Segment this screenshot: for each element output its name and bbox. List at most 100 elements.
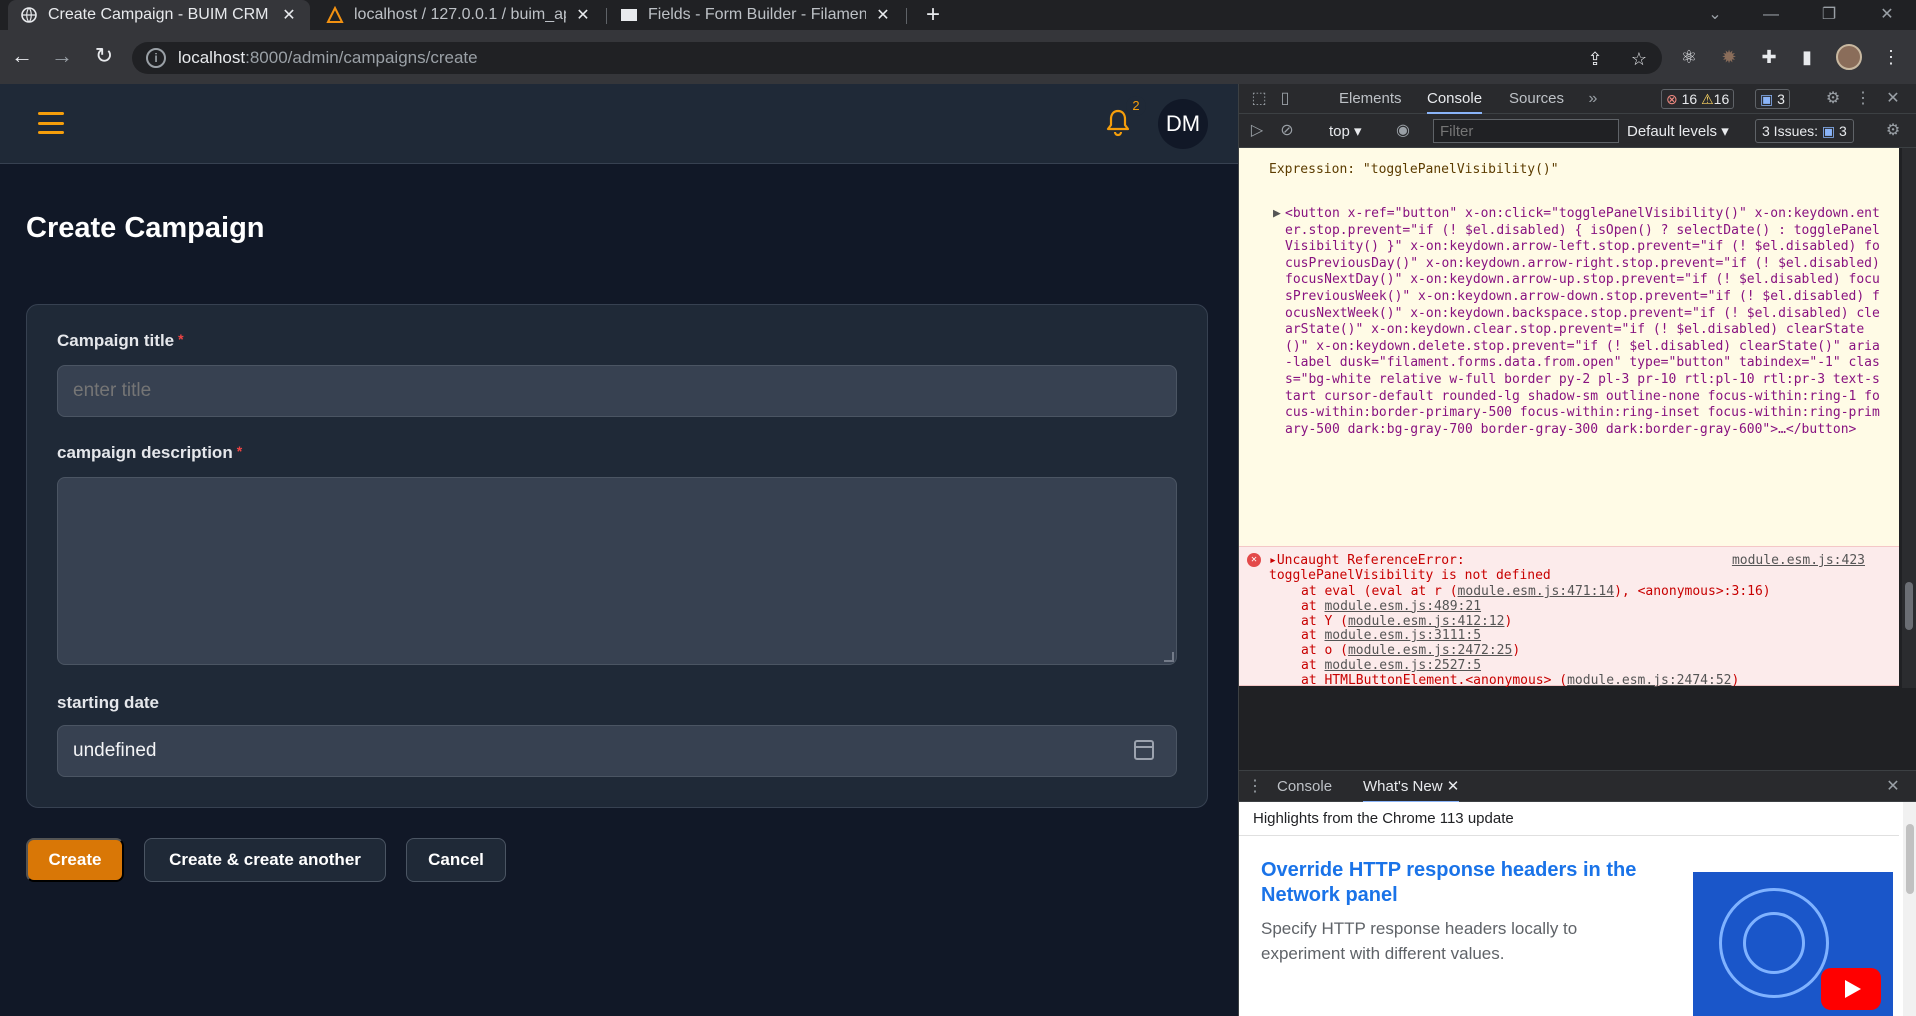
error-message-text: Uncaught ReferenceError: togglePanelVisi… bbox=[1269, 553, 1551, 583]
new-tab-plus-icon[interactable]: + bbox=[920, 2, 946, 28]
tab-search-chevron-icon[interactable]: ⌄ bbox=[1686, 0, 1744, 30]
expression-text: Expression: "togglePanelVisibility()" bbox=[1269, 162, 1559, 177]
frame-link[interactable]: module.esm.js:2527:5 bbox=[1324, 658, 1481, 673]
whats-new-video-thumbnail[interactable] bbox=[1693, 872, 1893, 1016]
whats-new-description: Specify HTTP response headers locally to… bbox=[1261, 919, 1578, 963]
required-asterisk: * bbox=[178, 331, 184, 347]
drawer-tab-label: What's New bbox=[1363, 778, 1443, 795]
page-title: Create Campaign bbox=[26, 212, 265, 244]
browser-menu-icon[interactable]: ⋮ bbox=[1878, 44, 1904, 70]
element-snippet[interactable]: ▶ <button x-ref="button" x-on:click="tog… bbox=[1273, 206, 1885, 438]
side-panel-icon[interactable]: ▮ bbox=[1794, 44, 1820, 70]
bookmark-star-icon[interactable]: ☆ bbox=[1628, 48, 1650, 70]
youtube-play-icon[interactable] bbox=[1821, 968, 1881, 1010]
tab-create-campaign[interactable]: Create Campaign - BUIM CRM ✕ bbox=[8, 0, 310, 30]
drawer-menu-icon[interactable]: ⋮ bbox=[1245, 777, 1265, 797]
context-selector[interactable]: top ▾ bbox=[1329, 122, 1362, 140]
console-scrollbar[interactable] bbox=[1902, 148, 1916, 688]
frame-link[interactable]: module.esm.js:489:21 bbox=[1324, 599, 1481, 614]
menu-hamburger-icon[interactable] bbox=[38, 112, 64, 134]
minimize-icon[interactable]: — bbox=[1742, 0, 1800, 30]
inspect-element-icon[interactable]: ⬚ bbox=[1249, 89, 1269, 109]
console-error-entry: ✕ ▸Uncaught ReferenceError: togglePanelV… bbox=[1239, 546, 1899, 688]
extension-react-icon[interactable]: ⚛ bbox=[1676, 44, 1702, 70]
frame-link[interactable]: module.esm.js:2472:25 bbox=[1348, 643, 1512, 658]
log-levels-dropdown[interactable]: Default levels ▾ bbox=[1627, 122, 1729, 140]
whats-new-title-link[interactable]: Override HTTP response headers in the Ne… bbox=[1261, 858, 1641, 908]
share-icon[interactable]: ⇪ bbox=[1584, 48, 1606, 70]
create-and-create-another-button[interactable]: Create & create another bbox=[144, 838, 386, 882]
sidebar-toggle-icon[interactable]: ▷ bbox=[1247, 121, 1267, 141]
tab-title: Create Campaign - BUIM CRM bbox=[48, 6, 269, 23]
error-source-link[interactable]: module.esm.js:423 bbox=[1732, 553, 1865, 568]
window-close-icon[interactable]: ✕ bbox=[1858, 0, 1916, 30]
console-settings-gear-icon[interactable]: ⚙ bbox=[1883, 121, 1903, 141]
warning-count: 16 bbox=[1713, 91, 1730, 107]
extensions-puzzle-icon[interactable]: ✚ bbox=[1756, 44, 1782, 70]
user-avatar[interactable]: DM bbox=[1158, 99, 1208, 149]
tab-sources[interactable]: Sources bbox=[1509, 84, 1564, 114]
close-icon[interactable]: ✕ bbox=[574, 5, 592, 25]
frame-link[interactable]: module.esm.js:3111:5 bbox=[1324, 628, 1481, 643]
scrollbar-thumb[interactable] bbox=[1905, 582, 1913, 630]
tab-console[interactable]: Console bbox=[1427, 84, 1483, 114]
frame-link[interactable]: module.esm.js:2474:52 bbox=[1567, 673, 1731, 688]
profile-avatar[interactable] bbox=[1836, 44, 1862, 70]
phpmyadmin-icon bbox=[326, 6, 344, 24]
whats-new-scrollbar[interactable] bbox=[1903, 802, 1916, 1016]
devtools-close-icon[interactable]: ✕ bbox=[1883, 89, 1903, 109]
device-toolbar-icon[interactable]: ▯ bbox=[1275, 89, 1295, 109]
tab-filament-docs[interactable]: Fields - Form Builder - Filament ✕ bbox=[608, 0, 904, 30]
tab-title: localhost / 127.0.0.1 / buim_app bbox=[354, 6, 566, 23]
scrollbar-thumb[interactable] bbox=[1906, 824, 1914, 894]
starting-date-picker[interactable]: undefined bbox=[57, 725, 1177, 777]
drawer-tab-console[interactable]: Console bbox=[1277, 771, 1332, 803]
create-button[interactable]: Create bbox=[26, 838, 124, 882]
reload-icon[interactable]: ↻ bbox=[90, 42, 118, 70]
cancel-button[interactable]: Cancel bbox=[406, 838, 506, 882]
settings-gear-icon[interactable]: ⚙ bbox=[1823, 89, 1843, 109]
app-page: 2 DM Create Campaign Campaign title* cam… bbox=[0, 84, 1238, 1016]
clear-console-icon[interactable]: ⊘ bbox=[1277, 121, 1297, 141]
drawer-tab-whats-new[interactable]: What's New ✕ bbox=[1363, 771, 1460, 803]
extension-sun-icon[interactable]: ✹ bbox=[1716, 44, 1742, 70]
info-count-value: 3 bbox=[1777, 91, 1785, 107]
notification-bell-icon[interactable] bbox=[1105, 108, 1131, 138]
resize-handle-icon[interactable] bbox=[1164, 652, 1174, 662]
info-count[interactable]: ▣ 3 bbox=[1755, 89, 1790, 109]
address-bar[interactable]: i localhost:8000/admin/campaigns/create … bbox=[132, 42, 1662, 74]
error-message[interactable]: ▸Uncaught ReferenceError: togglePanelVis… bbox=[1269, 553, 1629, 583]
element-html: <button x-ref="button" x-on:click="toggl… bbox=[1285, 206, 1880, 437]
expand-triangle-icon[interactable]: ▶ bbox=[1273, 206, 1281, 223]
required-asterisk: * bbox=[236, 443, 243, 459]
notification-count-badge: 2 bbox=[1126, 96, 1146, 116]
browser-toolbar: ← → ↻ i localhost:8000/admin/campaigns/c… bbox=[0, 30, 1916, 84]
frame-link[interactable]: module.esm.js:412:12 bbox=[1348, 614, 1505, 629]
frame-link[interactable]: module.esm.js:471:14 bbox=[1458, 584, 1615, 599]
tab-elements[interactable]: Elements bbox=[1339, 84, 1402, 114]
campaign-title-input[interactable] bbox=[57, 365, 1177, 417]
devtools-tabbar: ⬚ ▯ Elements Console Sources » ⊗ 16 ⚠16 … bbox=[1239, 84, 1916, 114]
context-value: top bbox=[1329, 123, 1350, 140]
frame-prefix: at HTMLButtonElement.<anonymous> ( bbox=[1301, 672, 1568, 688]
stack-frame: at HTMLButtonElement.<anonymous> (module… bbox=[1301, 672, 1771, 688]
date-value: undefined bbox=[73, 740, 157, 761]
close-icon[interactable]: ✕ bbox=[1447, 778, 1460, 795]
error-warning-counts[interactable]: ⊗ 16 ⚠16 bbox=[1661, 89, 1735, 109]
drawer-close-icon[interactable]: ✕ bbox=[1883, 777, 1903, 797]
devtools-menu-icon[interactable]: ⋮ bbox=[1853, 89, 1873, 109]
more-tabs-chevron-icon[interactable]: » bbox=[1583, 89, 1603, 109]
maximize-icon[interactable]: ❐ bbox=[1800, 0, 1858, 30]
campaign-description-textarea[interactable] bbox=[57, 477, 1177, 665]
console-filter-input[interactable] bbox=[1433, 119, 1619, 143]
back-arrow-icon[interactable]: ← bbox=[8, 42, 36, 70]
site-info-icon[interactable]: i bbox=[146, 48, 166, 68]
live-expression-eye-icon[interactable]: ◉ bbox=[1393, 121, 1413, 141]
forward-arrow-icon[interactable]: → bbox=[48, 42, 76, 70]
issues-button[interactable]: 3 Issues: ▣ 3 bbox=[1755, 119, 1854, 143]
warning-icon: ⚠ bbox=[1701, 91, 1714, 107]
tab-phpmyadmin[interactable]: localhost / 127.0.0.1 / buim_app ✕ bbox=[314, 0, 604, 30]
close-icon[interactable]: ✕ bbox=[280, 5, 298, 25]
close-icon[interactable]: ✕ bbox=[874, 5, 892, 25]
calendar-icon[interactable] bbox=[1134, 740, 1154, 760]
